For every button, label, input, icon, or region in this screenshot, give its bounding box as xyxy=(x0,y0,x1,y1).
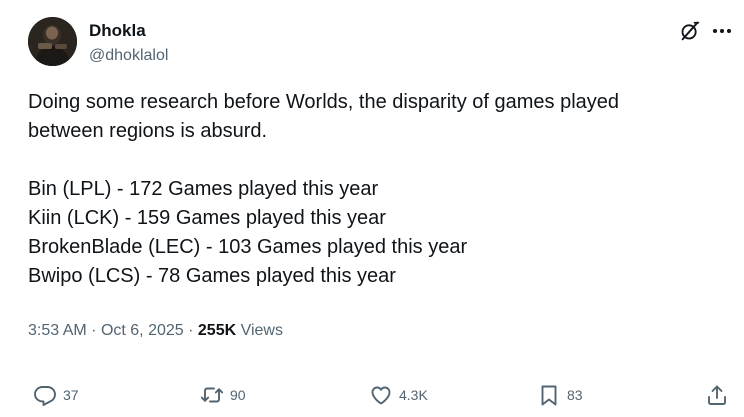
more-icon[interactable] xyxy=(710,20,734,42)
bookmark-icon xyxy=(541,385,557,406)
tweet-date[interactable]: Oct 6, 2025 xyxy=(101,322,184,339)
stat-line: Kiin (LCK) - 159 Games played this year xyxy=(28,207,386,229)
tweet-line: Doing some research before Worlds, the d… xyxy=(28,91,620,113)
tweet-card: Dhokla @dhoklalol Doing some research be… xyxy=(0,0,744,417)
tweet-meta: 3:53 AM · Oct 6, 2025 · 255K Views xyxy=(28,320,283,342)
avatar[interactable] xyxy=(28,17,77,66)
retweet-icon xyxy=(200,387,224,403)
share-button[interactable] xyxy=(705,378,729,412)
heart-icon xyxy=(371,386,391,405)
views-count[interactable]: 255K xyxy=(198,322,236,339)
retweet-count: 90 xyxy=(230,387,246,403)
grok-icon[interactable] xyxy=(679,20,701,42)
share-icon xyxy=(708,385,726,405)
bookmark-count: 83 xyxy=(567,387,583,403)
retweet-button[interactable]: 90 xyxy=(200,378,246,412)
views-label: Views xyxy=(240,322,283,339)
action-bar: 37 90 4.3K 83 xyxy=(0,378,744,412)
tweet-text: Doing some research before Worlds, the d… xyxy=(28,88,728,291)
author-handle[interactable]: @dhoklalol xyxy=(89,46,168,66)
stat-line: Bin (LPL) - 172 Games played this year xyxy=(28,178,379,200)
meta-separator: · xyxy=(91,322,97,339)
reply-count: 37 xyxy=(63,387,79,403)
stat-line: Bwipo (LCS) - 78 Games played this year xyxy=(28,265,396,287)
reply-button[interactable]: 37 xyxy=(33,378,79,412)
author-display-name[interactable]: Dhokla xyxy=(89,21,146,41)
bookmark-button[interactable]: 83 xyxy=(537,378,583,412)
meta-separator: · xyxy=(188,322,194,339)
like-button[interactable]: 4.3K xyxy=(369,378,428,412)
tweet-time[interactable]: 3:53 AM xyxy=(28,322,87,339)
reply-icon xyxy=(34,386,56,406)
like-count: 4.3K xyxy=(399,387,428,403)
tweet-line: between regions is absurd. xyxy=(28,120,268,142)
stat-line: BrokenBlade (LEC) - 103 Games played thi… xyxy=(28,236,468,258)
